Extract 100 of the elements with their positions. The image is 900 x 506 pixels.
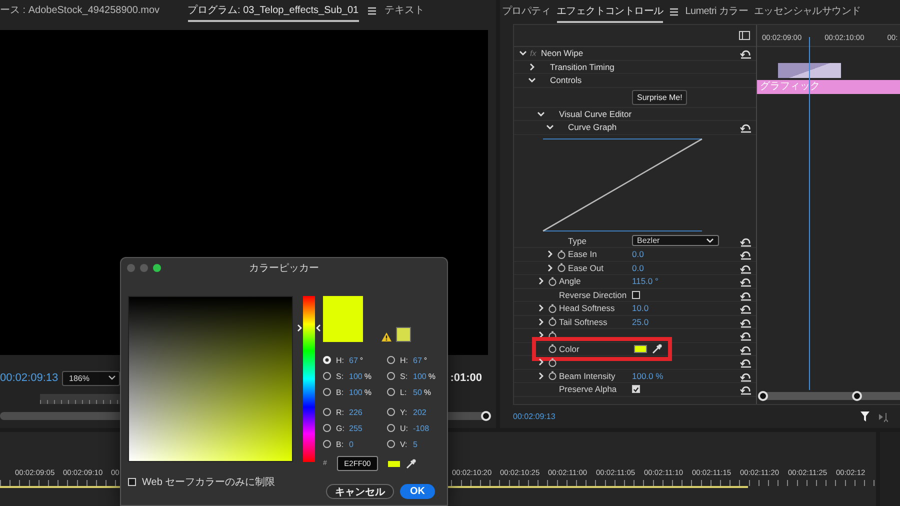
stopwatch-icon[interactable] <box>548 317 557 326</box>
radio-button[interactable] <box>387 356 395 364</box>
reset-icon[interactable] <box>739 344 752 354</box>
chevron-right-icon[interactable] <box>546 250 554 258</box>
stopwatch-icon[interactable] <box>548 371 557 380</box>
chevron-right-icon[interactable] <box>537 358 545 366</box>
menu-icon[interactable] <box>366 6 377 16</box>
stopwatch-icon[interactable] <box>557 250 566 259</box>
field-value[interactable]: 255 <box>349 424 362 432</box>
chevron-right-icon[interactable] <box>537 331 545 340</box>
panel-toggle-icon[interactable] <box>739 31 750 40</box>
radio-button[interactable] <box>323 388 331 396</box>
chevron-right-icon[interactable] <box>528 62 536 71</box>
cancel-button[interactable]: キャンセル <box>326 484 394 499</box>
ok-button[interactable]: OK <box>400 484 435 499</box>
color-swatch[interactable] <box>634 344 647 353</box>
property-value[interactable]: 10.0 <box>632 303 649 314</box>
radio-button[interactable] <box>387 440 395 448</box>
property-label: Preserve Alpha <box>559 384 617 394</box>
radio-button[interactable] <box>323 424 331 432</box>
radio-button[interactable] <box>387 408 395 416</box>
stopwatch-icon[interactable] <box>548 344 557 354</box>
chevron-right-icon[interactable] <box>537 304 545 312</box>
color-field[interactable] <box>128 296 293 462</box>
reset-icon[interactable] <box>739 290 752 300</box>
play-audio-icon[interactable] <box>878 412 890 422</box>
warning-icon[interactable] <box>381 332 392 342</box>
chevron-right-icon[interactable] <box>537 372 545 380</box>
stopwatch-icon[interactable] <box>548 358 557 367</box>
field-value[interactable]: 100 <box>413 372 426 380</box>
stopwatch-icon[interactable] <box>548 304 557 313</box>
menu-icon[interactable] <box>669 7 680 17</box>
field-value[interactable]: 0 <box>349 440 354 448</box>
reset-icon[interactable] <box>739 49 752 59</box>
panel-tab[interactable]: プロパティ <box>502 1 551 23</box>
reset-icon[interactable] <box>739 250 752 260</box>
reset-icon[interactable] <box>739 277 752 287</box>
stopwatch-icon[interactable] <box>548 330 557 340</box>
chevron-down-icon[interactable] <box>537 110 545 118</box>
reset-icon[interactable] <box>739 358 752 368</box>
field-value[interactable]: 5 <box>413 440 418 448</box>
chevron-right-icon[interactable] <box>537 318 545 326</box>
property-value[interactable]: 25.0 <box>632 316 649 327</box>
scrollbar[interactable] <box>761 392 900 400</box>
eyedropper-icon[interactable] <box>651 343 662 354</box>
reset-icon[interactable] <box>739 236 752 246</box>
hue-slider[interactable] <box>297 296 321 462</box>
property-value[interactable]: 0.0 <box>632 249 644 260</box>
hue-marker-icon[interactable] <box>297 324 321 332</box>
type-dropdown[interactable]: Bezler <box>632 235 719 246</box>
reset-icon[interactable] <box>739 372 752 382</box>
reset-icon[interactable] <box>739 318 752 328</box>
zoom-dropdown[interactable]: 186% <box>62 370 120 386</box>
field-value[interactable]: 226 <box>349 408 362 416</box>
panel-tab[interactable]: Lumetri カラー <box>685 1 748 23</box>
field-value[interactable]: 100 <box>349 372 362 380</box>
stopwatch-icon[interactable] <box>557 263 566 272</box>
reset-icon[interactable] <box>739 331 752 341</box>
field-value[interactable]: 67 <box>413 356 422 364</box>
stopwatch-icon[interactable] <box>548 276 557 286</box>
field-value[interactable]: -108 <box>413 424 430 432</box>
chevron-down-icon[interactable] <box>546 123 554 132</box>
monitor-tab[interactable]: テキスト <box>384 0 425 22</box>
field-value[interactable]: 50 <box>413 388 422 396</box>
chevron-down-icon[interactable] <box>528 76 536 84</box>
reset-icon[interactable] <box>739 385 752 395</box>
chevron-right-icon[interactable] <box>546 264 554 272</box>
field-value[interactable]: 202 <box>413 408 426 416</box>
radio-button[interactable] <box>387 372 395 380</box>
scroll-handle[interactable] <box>481 411 491 421</box>
reset-icon[interactable] <box>739 123 752 133</box>
scroll-handle[interactable] <box>852 391 862 401</box>
checkbox[interactable] <box>632 385 640 394</box>
surprise-button[interactable]: Surprise Me! <box>632 90 688 104</box>
reset-icon[interactable] <box>739 304 752 314</box>
chevron-down-icon[interactable] <box>519 49 527 58</box>
panel-tab[interactable]: エッセンシャルサウンド <box>754 1 861 23</box>
radio-button[interactable] <box>323 372 331 380</box>
checkbox[interactable] <box>632 290 640 299</box>
reset-icon[interactable] <box>739 264 752 274</box>
radio-button[interactable] <box>323 440 331 448</box>
checkbox[interactable] <box>128 478 136 486</box>
radio-button[interactable] <box>387 388 395 396</box>
panel-tab[interactable]: エフェクトコントロール <box>556 1 664 23</box>
field-value[interactable]: 100 <box>349 388 362 396</box>
filter-icon[interactable] <box>860 411 870 422</box>
source-tab[interactable]: ース : AdobeStock_494258900.mov <box>0 0 160 22</box>
monitor-tab[interactable]: プログラム: 03_Telop_effects_Sub_01 <box>188 0 359 22</box>
transition-clip[interactable] <box>778 63 841 78</box>
field-value[interactable]: 67 <box>349 356 358 364</box>
property-value[interactable]: 0.0 <box>632 262 644 273</box>
property-value[interactable]: 115.0 ° <box>632 276 658 286</box>
chevron-right-icon[interactable] <box>537 277 545 286</box>
zoom-button[interactable] <box>153 264 161 272</box>
scroll-handle[interactable] <box>758 391 768 401</box>
radio-button[interactable] <box>387 424 395 432</box>
eyedropper-icon[interactable] <box>405 458 416 469</box>
property-value[interactable]: 100.0 % <box>632 370 664 381</box>
radio-button[interactable] <box>323 408 331 416</box>
gamut-color-swatch[interactable] <box>396 327 411 342</box>
